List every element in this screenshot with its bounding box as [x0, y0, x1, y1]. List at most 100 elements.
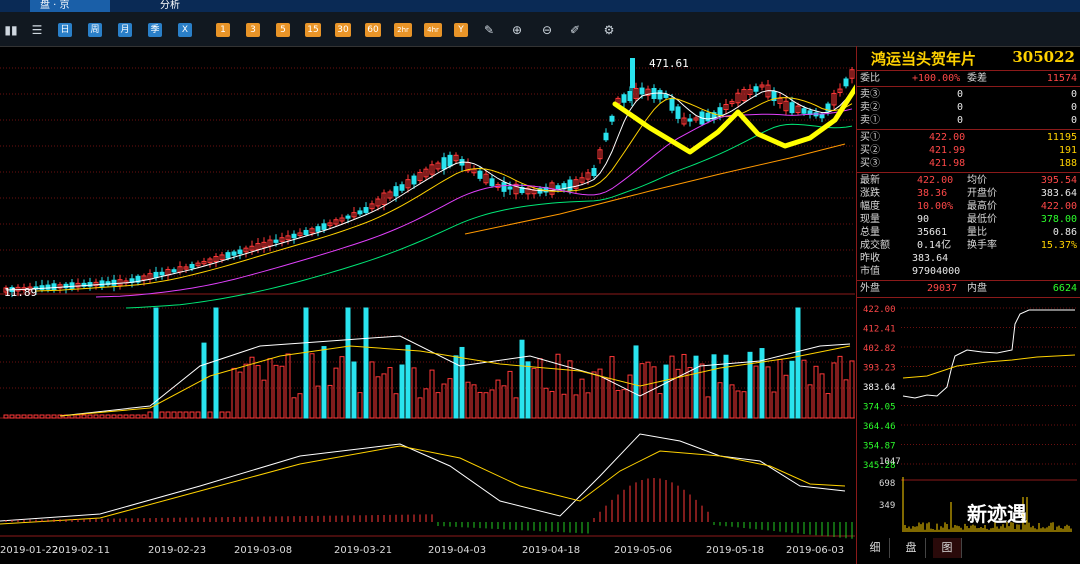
- chart-canvas: 471.61 11.89 2019-01-222019-02-11 2019-02…: [0, 57, 855, 556]
- candle-body: [393, 186, 399, 197]
- tab-analysis[interactable]: 分析: [150, 0, 210, 12]
- volume-bar: [141, 414, 147, 419]
- volume-bar: [195, 411, 201, 419]
- ma20-line: [95, 108, 853, 298]
- candle-body: [843, 78, 849, 87]
- date-label: 2019-02-11: [52, 545, 110, 556]
- tab-detail[interactable]: 细: [861, 538, 890, 558]
- tab-book[interactable]: 盘: [897, 538, 926, 558]
- intraday-price-tick: 393.23: [863, 364, 896, 374]
- low-price-label: 11.89: [4, 286, 37, 299]
- volume-bar: [639, 363, 645, 419]
- stat-label: 最高价: [967, 201, 997, 212]
- volume-bar: [705, 396, 711, 419]
- volume-bar: [753, 365, 759, 419]
- stat-value: 395.54: [1040, 175, 1077, 186]
- volume-bar: [183, 411, 189, 419]
- volume-bar: [243, 363, 249, 419]
- zoom-out-icon[interactable]: ⊖: [540, 23, 554, 37]
- volume-bar: [21, 414, 27, 419]
- volume-bar: [789, 360, 795, 419]
- period-month-button[interactable]: 月: [118, 23, 132, 37]
- volume-bar: [321, 346, 327, 419]
- stat-label: 幅度: [860, 201, 880, 212]
- period-season-button[interactable]: 季: [148, 23, 162, 37]
- hr2-button[interactable]: 2hr: [394, 23, 412, 37]
- volume-bar: [795, 307, 801, 419]
- volume-bar: [75, 414, 81, 419]
- gear-icon[interactable]: ⚙: [602, 23, 616, 37]
- volume-bar: [663, 364, 669, 419]
- volume-bar: [87, 414, 93, 419]
- draw-icon[interactable]: ✎: [482, 23, 496, 37]
- date-axis: 2019-01-222019-02-11 2019-02-23 2019-03-08…: [0, 545, 844, 556]
- buy1-row: 买① 422.00 11195: [860, 132, 1077, 143]
- min1-button[interactable]: 1: [216, 23, 230, 37]
- stat-row: 总量 35661 量比 0.86: [857, 226, 1080, 239]
- stock-code: 305022: [1012, 48, 1075, 66]
- macd-dif: [0, 433, 846, 522]
- stat-value: 15.37%: [1040, 240, 1077, 251]
- candle-body: [153, 271, 159, 279]
- volume-bar: [177, 411, 183, 419]
- intraday-price-tick: 383.64: [863, 383, 896, 393]
- volume-bar: [843, 379, 849, 419]
- stat-label: 最低价: [967, 214, 997, 225]
- year-button[interactable]: Y: [454, 23, 468, 37]
- volume-bar: [387, 367, 393, 419]
- buy3-row: 买③ 421.98 188: [860, 158, 1077, 169]
- toolbar: ▮▮ ☰ 日 周 月 季 X 1 3 5 15 30 60 2hr 4hr Y …: [0, 12, 1080, 47]
- volume-bar: [591, 371, 597, 419]
- min15-button[interactable]: 15: [305, 23, 321, 37]
- tab-market[interactable]: 盘 · 京: [30, 0, 110, 12]
- volume-bar: [651, 366, 657, 419]
- candle-body: [639, 87, 645, 95]
- volume-bar: [231, 367, 237, 419]
- volume-bar: [369, 361, 375, 419]
- candle-body: [99, 280, 105, 287]
- intraday-price-tick: 412.41: [863, 325, 896, 335]
- volume-bar: [3, 414, 9, 419]
- list-icon[interactable]: ☰: [30, 23, 44, 37]
- volume-bar: [837, 355, 843, 419]
- panel-bottom-tabs: 细 盘 图: [857, 538, 1080, 558]
- volume-bar: [381, 373, 387, 419]
- zoom-in-icon[interactable]: ⊕: [510, 23, 524, 37]
- volume-bar: [99, 414, 105, 419]
- candle-body: [555, 185, 561, 190]
- volume-bar: [729, 384, 735, 419]
- volume-bar: [417, 397, 423, 419]
- volume-bar: [831, 362, 837, 419]
- candlestick-icon[interactable]: ▮▮: [4, 23, 18, 37]
- min5-button[interactable]: 5: [276, 23, 290, 37]
- kline-chart[interactable]: 471.61 11.89 2019-01-22 2019-02-11 2019-02…: [0, 46, 855, 564]
- volume-bar: [9, 414, 15, 419]
- volume-bar: [297, 393, 303, 419]
- candle-body: [303, 229, 309, 236]
- tab-chart[interactable]: 图: [933, 538, 962, 558]
- quote-panel: 鸿运当头贺年片 305022 委比 +100.00% 委差 11574 卖③ 0…: [856, 46, 1080, 564]
- volume-bar: [123, 414, 129, 419]
- sell1-row: 卖① 0 0: [860, 115, 1077, 126]
- volume-bar: [129, 414, 135, 419]
- candle-body: [675, 106, 681, 119]
- intraday-price-tick: 374.05: [863, 403, 896, 413]
- min3-button[interactable]: 3: [246, 23, 260, 37]
- candle-body: [159, 271, 165, 276]
- volume-bar: [357, 392, 363, 419]
- volume-bar: [549, 390, 555, 419]
- hr4-button[interactable]: 4hr: [424, 23, 442, 37]
- period-week-button[interactable]: 周: [88, 23, 102, 37]
- waipan-row: 外盘 29037 内盘 6624: [860, 283, 1077, 294]
- stat-label: 现量: [860, 214, 880, 225]
- volume-bar: [621, 389, 627, 419]
- volume-bar: [279, 365, 285, 419]
- min30-button[interactable]: 30: [335, 23, 351, 37]
- stat-value: 35661: [917, 227, 948, 238]
- edit-icon[interactable]: ✐: [568, 23, 582, 37]
- period-day-button[interactable]: 日: [58, 23, 72, 37]
- volume-bar: [633, 345, 639, 419]
- volume-bar: [513, 397, 519, 419]
- min60-button[interactable]: 60: [365, 23, 381, 37]
- period-x-button[interactable]: X: [178, 23, 192, 37]
